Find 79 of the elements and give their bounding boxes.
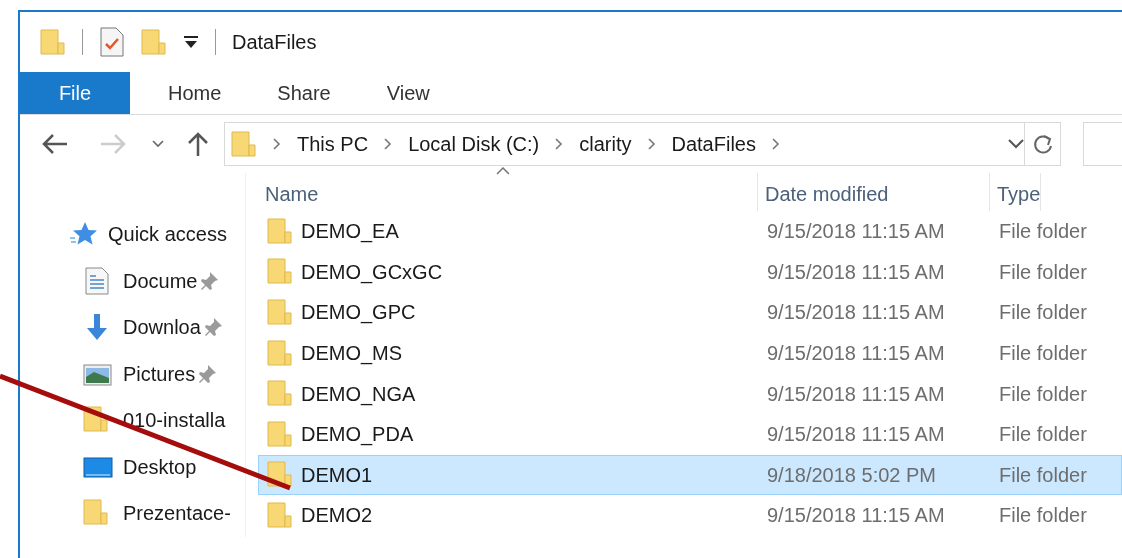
file-name[interactable]: DEMO_EA (301, 216, 399, 247)
folder-icon (267, 380, 293, 408)
breadcrumb-link[interactable]: This PC (297, 129, 369, 159)
folder-icon (267, 420, 293, 448)
date-modified: 9/15/2018 11:15 AM (767, 423, 945, 446)
nav-pane-item[interactable]: Pictures (123, 358, 196, 389)
file-name[interactable]: DEMO_PDA (301, 419, 414, 450)
address-bar[interactable]: This PC Local Disk (C:) clarity DataFiles (224, 122, 1026, 166)
pin-icon[interactable] (204, 317, 223, 338)
file-row[interactable]: DEMO_PDA 9/15/2018 11:15 AM File folder (258, 413, 1122, 455)
breadcrumb-link[interactable]: DataFiles (671, 129, 756, 159)
date-modified: 9/15/2018 11:15 AM (767, 382, 945, 405)
checklist-icon[interactable] (99, 27, 125, 57)
file-row[interactable]: DEMO_NGA 9/15/2018 11:15 AM File folder (258, 373, 1122, 414)
window-title: DataFiles (232, 30, 317, 55)
nav-pane-item[interactable]: Downloa (123, 312, 201, 343)
chevron-right-icon (273, 138, 281, 150)
date-modified: 9/15/2018 11:15 AM (767, 260, 945, 283)
up-arrow-icon[interactable] (186, 131, 210, 157)
file-row[interactable]: DEMO2 9/15/2018 11:15 AM File folder (258, 495, 1122, 536)
file-type: File folder (999, 220, 1087, 243)
dropdown-icon[interactable] (183, 34, 199, 50)
chevron-right-icon (772, 138, 780, 150)
date-modified: 9/15/2018 11:15 AM (767, 301, 945, 324)
column-header[interactable]: Type (997, 179, 1041, 209)
date-modified: 9/18/2018 5:02 PM (767, 463, 936, 486)
date-modified: 9/15/2018 11:15 AM (767, 342, 945, 365)
file-name[interactable]: DEMO_MS (301, 338, 403, 369)
breadcrumb-link[interactable]: Local Disk (C:) (408, 129, 540, 159)
nav-pane-item[interactable]: Docume (123, 265, 198, 296)
file-type: File folder (999, 260, 1087, 283)
nav-pane-item[interactable]: Quick access (108, 219, 227, 250)
refresh-icon (1032, 133, 1053, 155)
ribbon-tab[interactable]: File (20, 72, 130, 114)
file-type: File folder (999, 301, 1087, 324)
chevron-right-icon (384, 138, 393, 150)
breadcrumb-link[interactable]: clarity (579, 129, 632, 159)
selected-row-highlight[interactable]: DEMO1 9/18/2018 5:02 PM File folder (258, 454, 1122, 496)
pin-icon[interactable] (199, 363, 218, 384)
refresh-button[interactable] (1025, 122, 1061, 166)
file-name[interactable]: DEMO_GCxGC (301, 256, 443, 287)
folder-icon (231, 130, 257, 158)
nav-pane-item[interactable]: 010-installa (123, 405, 226, 436)
file-name[interactable]: DEMO_GPC (301, 297, 416, 328)
chevron-down-icon[interactable] (1008, 139, 1025, 149)
file-row[interactable]: DEMO_EA 9/15/2018 11:15 AM File folder (258, 211, 1122, 252)
folder-icon (267, 461, 293, 489)
ribbon-tab[interactable]: View (358, 72, 458, 114)
chevron-right-icon (647, 138, 656, 150)
folder-icon (267, 217, 293, 245)
file-name[interactable]: DEMO2 (301, 500, 373, 531)
file-row[interactable]: DEMO_MS 9/15/2018 11:15 AM File folder (258, 332, 1122, 374)
sort-caret-icon[interactable] (496, 167, 510, 175)
file-type: File folder (999, 423, 1087, 446)
file-name[interactable]: DEMO_NGA (301, 378, 416, 409)
folder-icon (267, 299, 293, 326)
file-type: File folder (999, 504, 1087, 527)
file-type: File folder (999, 342, 1087, 365)
file-type: File folder (999, 382, 1087, 405)
search-field[interactable] (1082, 122, 1122, 166)
folder-icon (267, 501, 293, 529)
folder-icon (267, 258, 293, 286)
column-header[interactable]: Date modified (765, 179, 889, 209)
nav-pane-item[interactable]: Prezentace- (123, 498, 231, 529)
file-row[interactable]: DEMO_GCxGC 9/15/2018 11:15 AM File folder (258, 251, 1122, 293)
ribbon-tab[interactable]: Home (140, 72, 250, 114)
folder-icon (267, 339, 293, 367)
column-header[interactable]: Name (265, 179, 319, 209)
nav-pane-item[interactable]: Desktop (123, 451, 197, 482)
back-arrow-icon[interactable] (42, 133, 68, 155)
date-modified: 9/15/2018 11:15 AM (767, 220, 945, 243)
chevron-down-icon[interactable] (152, 140, 164, 148)
file-row[interactable]: DEMO_GPC 9/15/2018 11:15 AM File folder (258, 292, 1122, 333)
ribbon-tab[interactable]: Share (249, 72, 359, 114)
pin-icon[interactable] (201, 270, 220, 291)
file-name[interactable]: DEMO1 (301, 459, 373, 490)
chevron-right-icon (555, 138, 564, 150)
date-modified: 9/15/2018 11:15 AM (767, 504, 945, 527)
file-type: File folder (999, 463, 1087, 486)
